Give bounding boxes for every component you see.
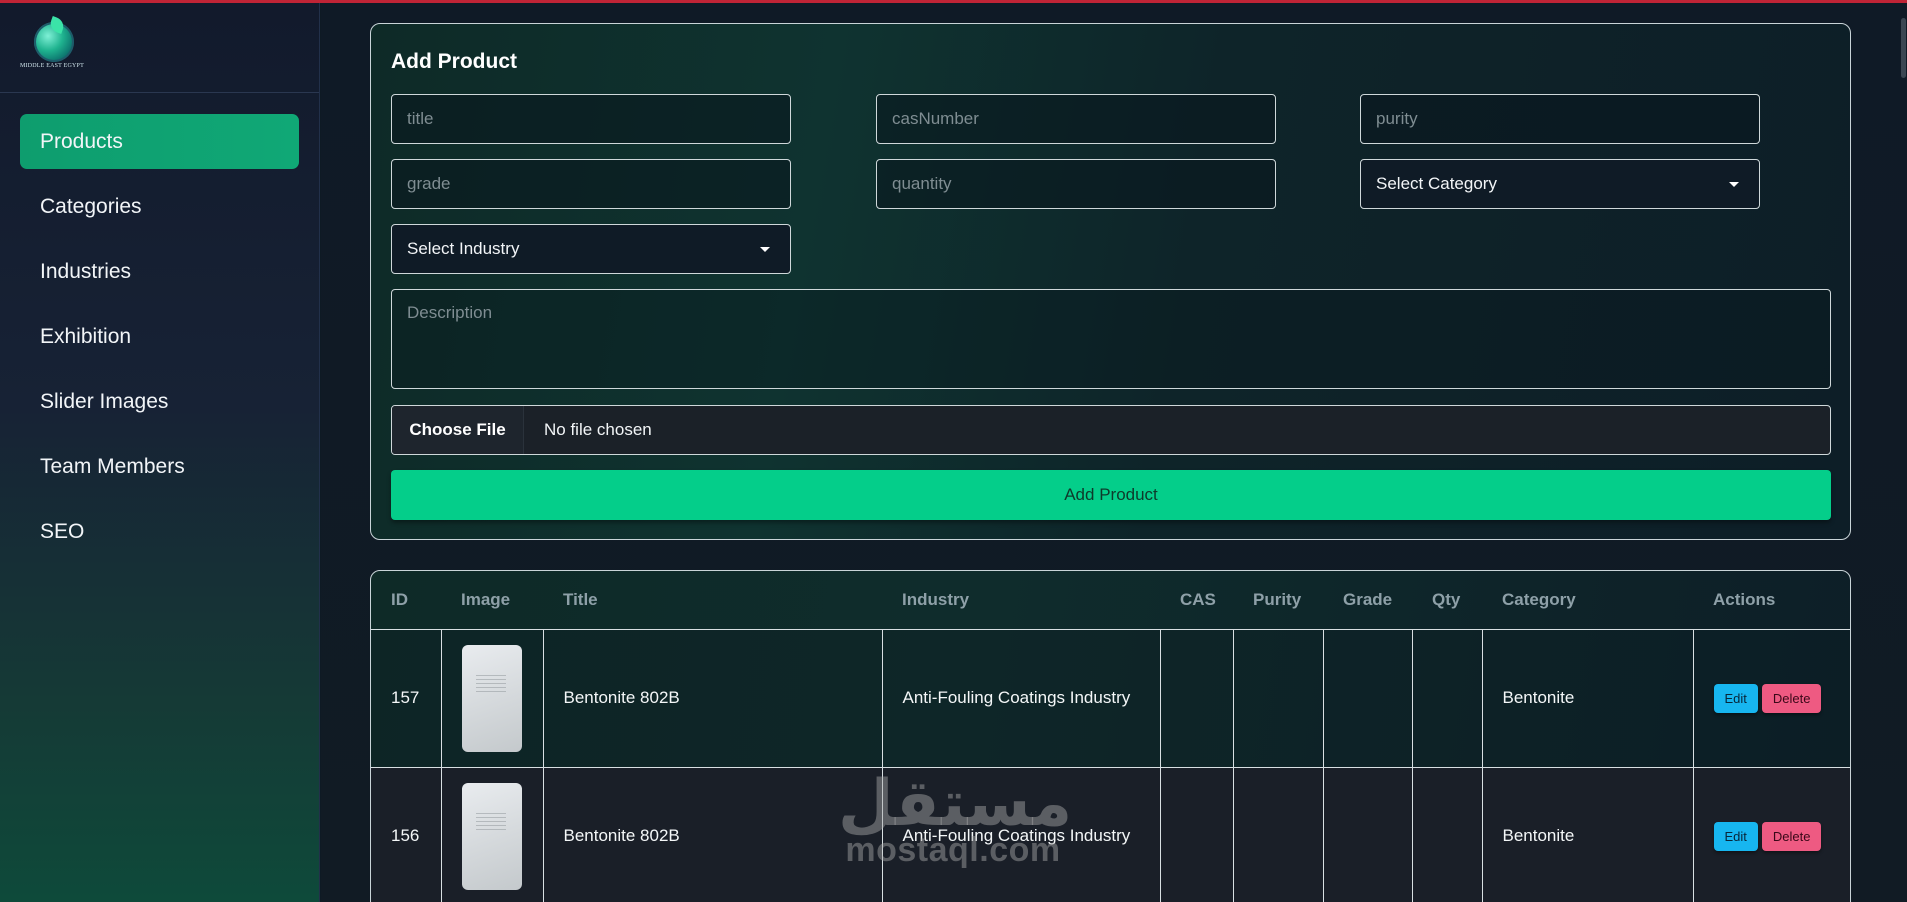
delete-button[interactable]: Delete [1761,683,1822,713]
edit-button[interactable]: Edit [1713,683,1758,713]
sidebar-item-team-members[interactable]: Team Members [20,439,299,494]
header-grade: Grade [1323,571,1412,630]
form-title: Add Product [391,50,517,73]
product-thumbnail [461,644,522,752]
add-product-button[interactable]: Add Product [391,470,1831,520]
main-content: Add Product Select Category Select Indus… [321,0,1907,902]
scrollbar[interactable] [1899,0,1907,902]
sidebar: MIDDLE EAST EGYPT Products Categories In… [0,0,320,902]
sidebar-item-seo[interactable]: SEO [20,504,299,559]
category-select[interactable]: Select Category [1360,159,1760,209]
industry-select[interactable]: Select Industry [391,224,791,274]
header-cas: CAS [1160,571,1233,630]
cell-grade [1323,629,1413,768]
sidebar-item-exhibition[interactable]: Exhibition [20,309,299,364]
header-title: Title [543,571,882,630]
cell-category: Bentonite [1482,767,1694,902]
caret-down-icon [1729,182,1739,187]
sidebar-nav: Products Categories Industries Exhibitio… [0,93,319,559]
cell-id: 156 [371,767,442,902]
header-purity: Purity [1233,571,1323,630]
purity-input[interactable] [1360,94,1760,144]
sidebar-item-categories[interactable]: Categories [20,179,299,234]
sidebar-item-products[interactable]: Products [20,114,299,169]
cell-cas [1160,629,1234,768]
cell-qty [1412,767,1483,902]
add-product-form: Add Product Select Category Select Indus… [370,23,1851,540]
table-header-row: ID Image Title Industry CAS Purity Grade… [371,571,1850,630]
grade-input[interactable] [391,159,791,209]
edit-button[interactable]: Edit [1713,821,1758,851]
choose-file-button[interactable]: Choose File [392,406,524,454]
cell-purity [1233,629,1324,768]
cell-industry: Anti-Fouling Coatings Industry [882,629,1161,768]
file-status: No file chosen [544,420,652,439]
table-row: 157 Bentonite 802B Anti-Fouling Coatings… [371,629,1850,768]
header-image: Image [441,571,543,630]
delete-button[interactable]: Delete [1761,821,1822,851]
cell-image [441,629,544,768]
cell-category: Bentonite [1482,629,1694,768]
cas-number-input[interactable] [876,94,1276,144]
cell-title: Bentonite 802B [543,767,883,902]
cell-image [441,767,544,902]
cell-actions: Edit Delete [1693,767,1850,902]
quantity-input[interactable] [876,159,1276,209]
scrollbar-thumb[interactable] [1901,18,1906,78]
cell-id: 157 [371,629,442,768]
sidebar-item-slider-images[interactable]: Slider Images [20,374,299,429]
cell-cas [1160,767,1234,902]
caret-down-icon [760,247,770,252]
header-id: ID [371,571,441,630]
logo-area: MIDDLE EAST EGYPT [0,0,319,93]
cell-purity [1233,767,1324,902]
description-textarea[interactable] [391,289,1831,389]
header-qty: Qty [1412,571,1482,630]
file-input[interactable]: Choose File No file chosen [391,405,1831,455]
header-category: Category [1482,571,1693,630]
header-actions: Actions [1693,571,1850,630]
logo-text: MIDDLE EAST EGYPT [20,63,84,69]
industry-select-value: Select Industry [407,239,520,258]
cell-actions: Edit Delete [1693,629,1850,768]
cell-qty [1412,629,1483,768]
products-table: ID Image Title Industry CAS Purity Grade… [370,570,1851,902]
top-accent-line [0,0,1907,3]
cell-industry: Anti-Fouling Coatings Industry [882,767,1161,902]
sidebar-item-industries[interactable]: Industries [20,244,299,299]
title-input[interactable] [391,94,791,144]
cell-title: Bentonite 802B [543,629,883,768]
header-industry: Industry [882,571,1160,630]
product-thumbnail [461,782,522,890]
table-row: 156 Bentonite 802B Anti-Fouling Coatings… [371,767,1850,902]
category-select-value: Select Category [1376,174,1497,193]
cell-grade [1323,767,1413,902]
